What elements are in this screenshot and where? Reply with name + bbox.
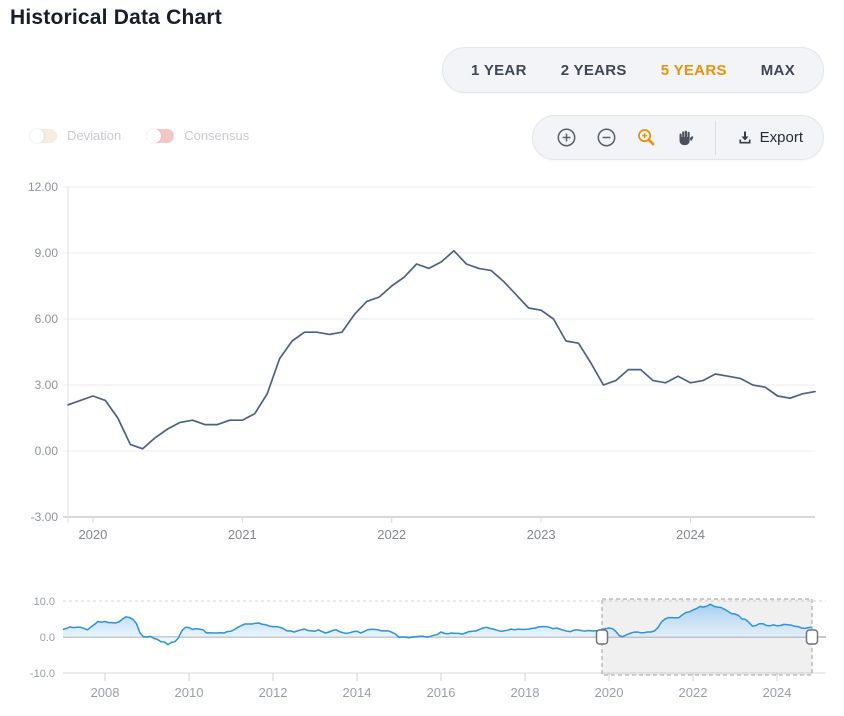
range-selector: 1 YEAR 2 YEARS 5 YEARS MAX xyxy=(442,47,824,93)
navigator-left-handle[interactable] xyxy=(597,630,608,644)
zoom-selection-icon xyxy=(637,128,656,147)
historical-data-chart-panel: Historical Data Chart 1 YEAR 2 YEARS 5 Y… xyxy=(0,0,844,716)
deviation-switch-icon xyxy=(30,129,57,143)
main-y-tick-label: 9.00 xyxy=(35,246,59,260)
main-y-tick-label: 3.00 xyxy=(35,378,59,392)
nav-x-tick-label: 2010 xyxy=(175,685,204,700)
zoom-out-icon xyxy=(597,128,616,147)
zoom-in-icon xyxy=(557,128,576,147)
main-y-tick-label: 0.00 xyxy=(35,444,59,458)
export-button[interactable]: Export xyxy=(737,129,803,146)
consensus-switch-icon xyxy=(147,129,174,143)
main-x-tick-label: 2020 xyxy=(78,527,107,542)
pan-hand-icon xyxy=(677,129,694,146)
nav-y-tick-label: 10.0 xyxy=(34,596,55,608)
deviation-toggle[interactable]: Deviation xyxy=(30,128,121,143)
nav-x-tick-label: 2024 xyxy=(763,685,792,700)
export-label: Export xyxy=(760,129,803,146)
zoom-in-button[interactable] xyxy=(557,128,576,147)
page-title: Historical Data Chart xyxy=(10,6,222,30)
range-5-years-button[interactable]: 5 YEARS xyxy=(661,62,727,79)
navigator-right-handle[interactable] xyxy=(807,630,818,644)
pan-button[interactable] xyxy=(677,129,694,146)
main-y-tick-label: 6.00 xyxy=(35,312,59,326)
nav-x-tick-label: 2008 xyxy=(91,685,120,700)
deviation-label: Deviation xyxy=(67,128,121,143)
main-x-tick-label: 2023 xyxy=(527,527,556,542)
navigator-chart[interactable]: 10.0 0.0 -10.0 2008 2010 2012 2014 2016 2018 2020… xyxy=(0,585,844,716)
nav-x-tick-label: 2014 xyxy=(343,685,372,700)
main-x-tick-label: 2022 xyxy=(377,527,406,542)
toolbar-divider xyxy=(715,121,716,155)
series-legend: Deviation Consensus xyxy=(30,128,249,143)
nav-x-tick-label: 2020 xyxy=(595,685,624,700)
main-series-line xyxy=(68,251,815,449)
nav-x-tick-label: 2016 xyxy=(427,685,456,700)
range-2-years-button[interactable]: 2 YEARS xyxy=(561,62,627,79)
main-y-tick-label: 12.00 xyxy=(28,180,58,194)
chart-toolbar: Export xyxy=(532,115,824,160)
nav-x-tick-label: 2018 xyxy=(511,685,540,700)
main-chart[interactable]: 12.00 9.00 6.00 3.00 0.00 -3.00 2020 2021 2022 20… xyxy=(0,175,844,560)
nav-y-tick-label: -10.0 xyxy=(30,668,55,680)
download-icon xyxy=(737,130,753,146)
consensus-label: Consensus xyxy=(184,128,249,143)
main-x-tick-label: 2024 xyxy=(676,527,705,542)
nav-x-tick-label: 2022 xyxy=(679,685,708,700)
main-x-tick-label: 2021 xyxy=(228,527,257,542)
range-1-year-button[interactable]: 1 YEAR xyxy=(471,62,527,79)
range-max-button[interactable]: MAX xyxy=(761,62,795,79)
main-y-tick-label: -3.00 xyxy=(31,510,59,524)
nav-y-tick-label: 0.0 xyxy=(40,632,55,644)
zoom-out-button[interactable] xyxy=(597,128,616,147)
nav-x-tick-label: 2012 xyxy=(259,685,288,700)
consensus-toggle[interactable]: Consensus xyxy=(147,128,249,143)
zoom-selection-button[interactable] xyxy=(637,128,656,147)
